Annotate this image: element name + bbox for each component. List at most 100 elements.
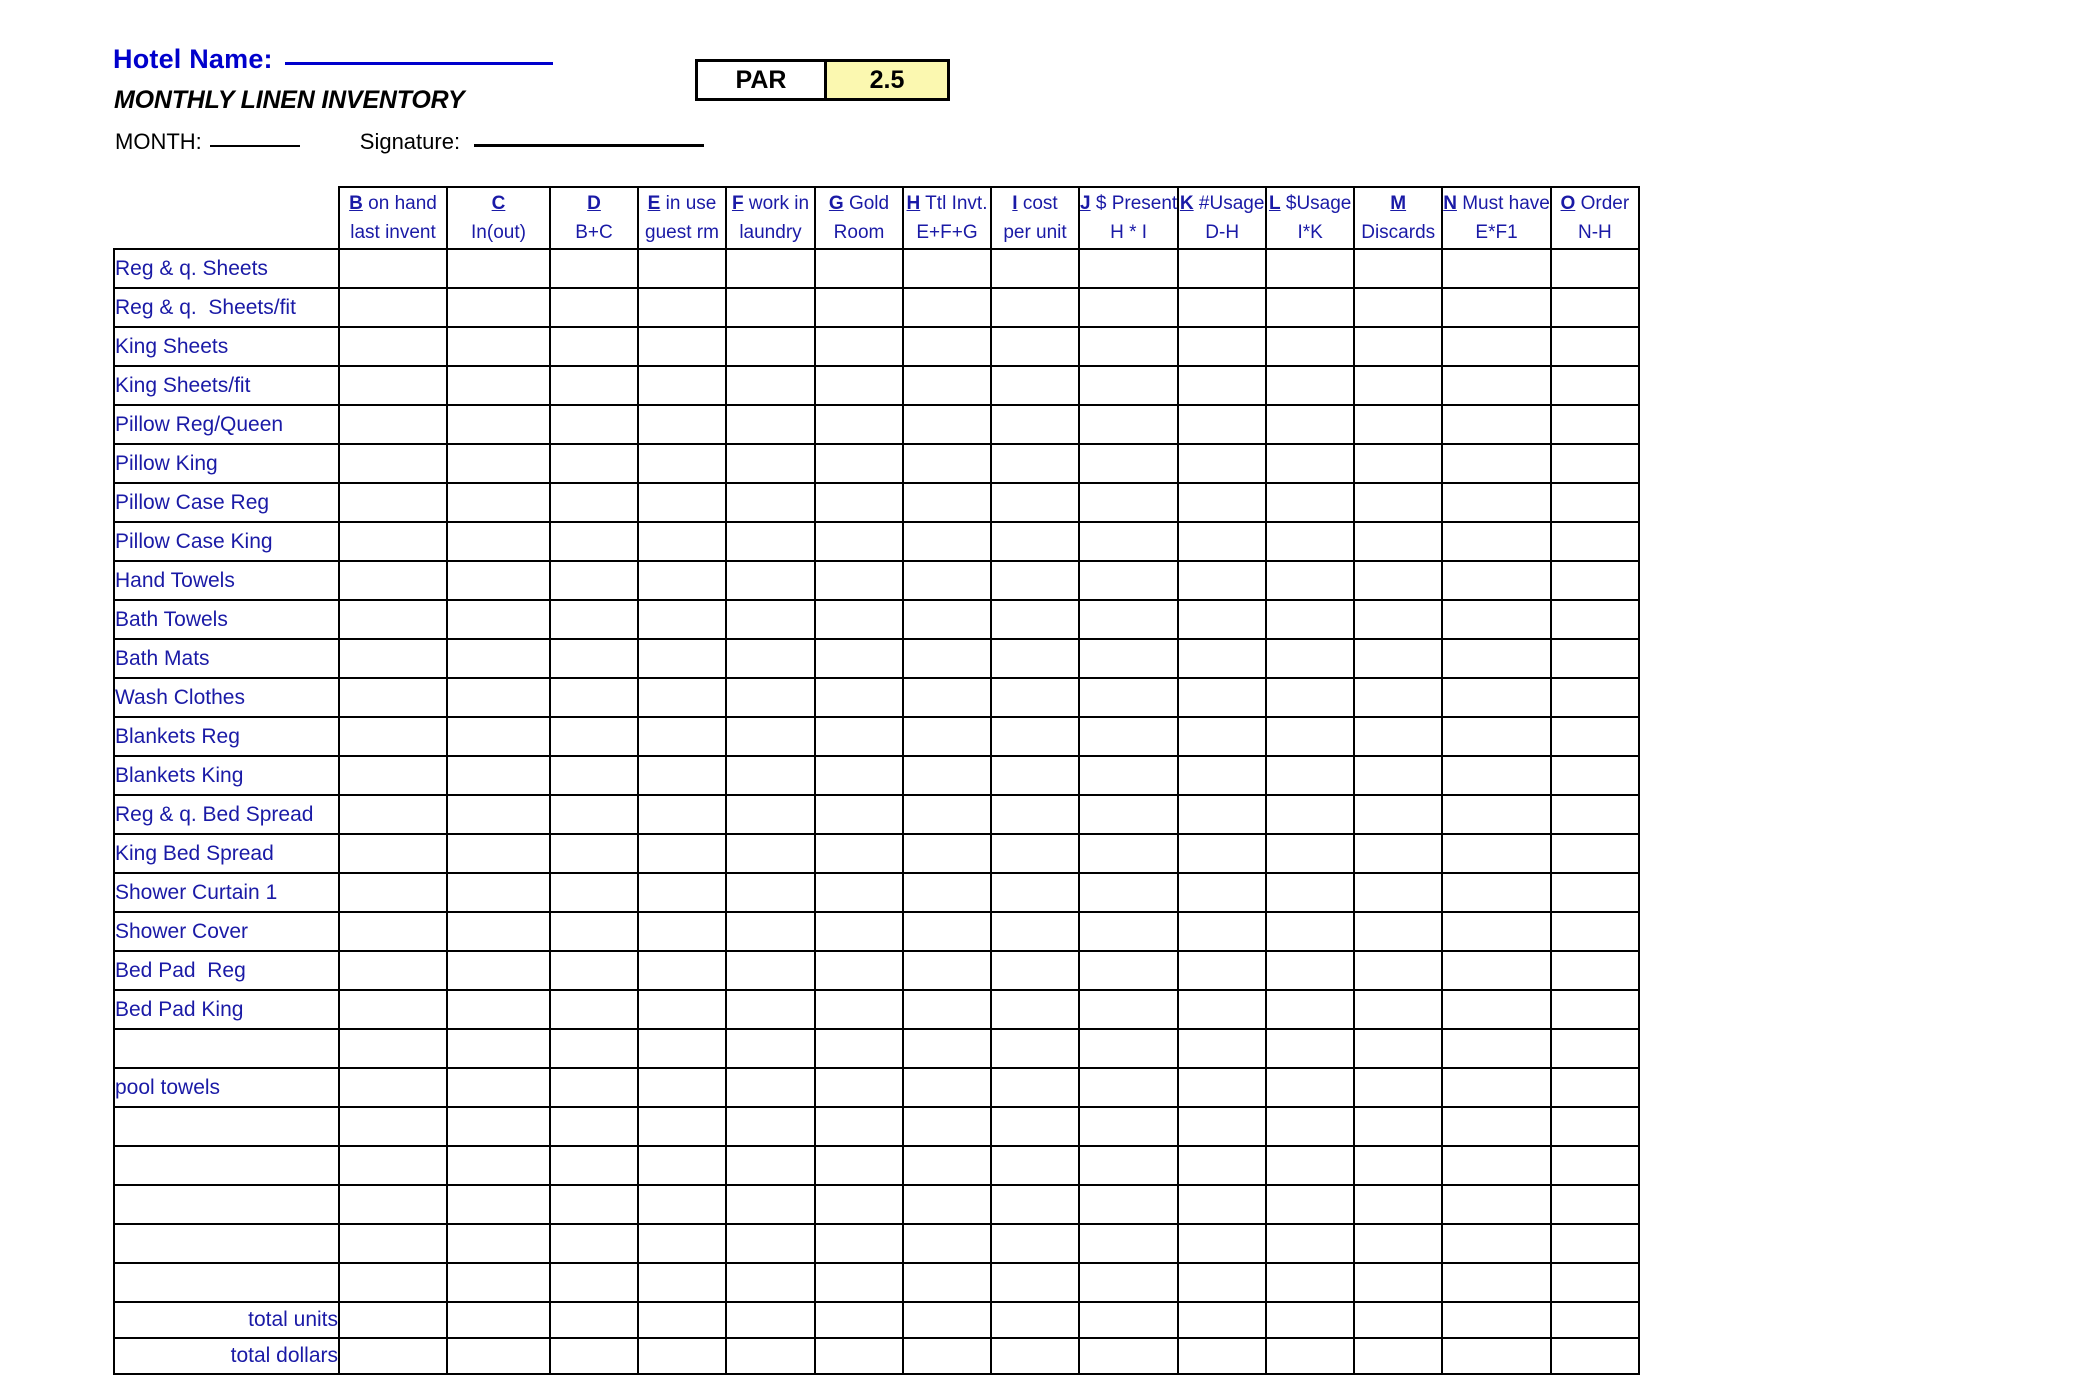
data-cell-n[interactable] (1441, 1262, 1552, 1303)
data-cell-l[interactable] (1265, 1184, 1356, 1225)
data-cell-i[interactable] (990, 1184, 1080, 1225)
totals-cell-m[interactable] (1353, 1301, 1444, 1339)
data-cell-l[interactable] (1265, 1067, 1356, 1108)
data-cell-b[interactable] (338, 1145, 448, 1186)
data-cell-h[interactable] (902, 1184, 992, 1225)
column-header-f[interactable]: F work in laundry (725, 186, 816, 250)
data-cell-d[interactable] (549, 443, 639, 484)
data-cell-j[interactable] (1077, 560, 1180, 601)
data-cell-h[interactable] (902, 521, 992, 562)
data-cell-m[interactable] (1353, 833, 1444, 874)
data-cell-k[interactable] (1177, 365, 1268, 406)
data-cell-g[interactable] (814, 1223, 904, 1264)
data-cell-e[interactable] (637, 638, 727, 679)
data-cell-c[interactable] (446, 1184, 551, 1225)
data-cell-e[interactable] (637, 911, 727, 952)
data-cell-c[interactable] (446, 872, 551, 913)
data-cell-h[interactable] (902, 872, 992, 913)
data-cell-n[interactable] (1441, 326, 1552, 367)
data-cell-i[interactable] (990, 833, 1080, 874)
data-cell-h[interactable] (902, 326, 992, 367)
data-cell-c[interactable] (446, 1067, 551, 1108)
data-cell-o[interactable] (1549, 1028, 1640, 1069)
data-cell-n[interactable] (1441, 950, 1552, 991)
data-cell-n[interactable] (1441, 1106, 1552, 1147)
data-cell-o[interactable] (1549, 521, 1640, 562)
data-cell-n[interactable] (1441, 248, 1552, 289)
column-header-c[interactable]: C In(out) (446, 186, 551, 250)
data-cell-n[interactable] (1441, 521, 1552, 562)
data-cell-m[interactable] (1353, 1184, 1444, 1225)
data-cell-j[interactable] (1077, 365, 1180, 406)
data-cell-d[interactable] (549, 287, 639, 328)
data-cell-d[interactable] (549, 1262, 639, 1303)
data-cell-b[interactable] (338, 404, 448, 445)
data-cell-o[interactable] (1549, 365, 1640, 406)
data-cell-l[interactable] (1265, 911, 1356, 952)
data-cell-j[interactable] (1077, 1145, 1180, 1186)
data-cell-c[interactable] (446, 599, 551, 640)
data-cell-b[interactable] (338, 1067, 448, 1108)
data-cell-m[interactable] (1353, 950, 1444, 991)
data-cell-m[interactable] (1353, 287, 1444, 328)
data-cell-m[interactable] (1353, 1028, 1444, 1069)
data-cell-c[interactable] (446, 716, 551, 757)
data-cell-j[interactable] (1077, 248, 1180, 289)
data-cell-i[interactable] (990, 716, 1080, 757)
row-label[interactable] (113, 1145, 340, 1186)
data-cell-b[interactable] (338, 599, 448, 640)
data-cell-h[interactable] (902, 482, 992, 523)
data-cell-d[interactable] (549, 911, 639, 952)
hotel-name-blank-line[interactable] (284, 62, 553, 65)
data-cell-n[interactable] (1441, 599, 1552, 640)
data-cell-b[interactable] (338, 911, 448, 952)
data-cell-i[interactable] (990, 287, 1080, 328)
data-cell-n[interactable] (1441, 677, 1552, 718)
data-cell-o[interactable] (1549, 755, 1640, 796)
column-header-k[interactable]: K #Usage D-H (1177, 186, 1268, 250)
data-cell-n[interactable] (1441, 560, 1552, 601)
data-cell-k[interactable] (1177, 872, 1268, 913)
data-cell-o[interactable] (1549, 677, 1640, 718)
data-cell-d[interactable] (549, 755, 639, 796)
data-cell-o[interactable] (1549, 1106, 1640, 1147)
data-cell-o[interactable] (1549, 911, 1640, 952)
data-cell-g[interactable] (814, 365, 904, 406)
data-cell-m[interactable] (1353, 794, 1444, 835)
data-cell-l[interactable] (1265, 482, 1356, 523)
data-cell-b[interactable] (338, 482, 448, 523)
data-cell-h[interactable] (902, 248, 992, 289)
data-cell-h[interactable] (902, 1145, 992, 1186)
data-cell-o[interactable] (1549, 443, 1640, 484)
data-cell-j[interactable] (1077, 326, 1180, 367)
data-cell-f[interactable] (725, 1184, 816, 1225)
data-cell-o[interactable] (1549, 560, 1640, 601)
data-cell-e[interactable] (637, 755, 727, 796)
data-cell-e[interactable] (637, 1145, 727, 1186)
data-cell-l[interactable] (1265, 1262, 1356, 1303)
data-cell-o[interactable] (1549, 1262, 1640, 1303)
data-cell-i[interactable] (990, 1067, 1080, 1108)
data-cell-g[interactable] (814, 1028, 904, 1069)
data-cell-b[interactable] (338, 755, 448, 796)
column-header-g[interactable]: G Gold Room (814, 186, 904, 250)
data-cell-m[interactable] (1353, 326, 1444, 367)
data-cell-h[interactable] (902, 1106, 992, 1147)
data-cell-d[interactable] (549, 521, 639, 562)
data-cell-k[interactable] (1177, 755, 1268, 796)
data-cell-g[interactable] (814, 482, 904, 523)
data-cell-b[interactable] (338, 248, 448, 289)
data-cell-c[interactable] (446, 794, 551, 835)
data-cell-l[interactable] (1265, 833, 1356, 874)
data-cell-i[interactable] (990, 326, 1080, 367)
totals-cell-h[interactable] (902, 1301, 992, 1339)
data-cell-h[interactable] (902, 1262, 992, 1303)
data-cell-h[interactable] (902, 950, 992, 991)
data-cell-i[interactable] (990, 365, 1080, 406)
data-cell-f[interactable] (725, 1145, 816, 1186)
data-cell-f[interactable] (725, 521, 816, 562)
data-cell-j[interactable] (1077, 599, 1180, 640)
data-cell-k[interactable] (1177, 1028, 1268, 1069)
data-cell-f[interactable] (725, 1106, 816, 1147)
data-cell-d[interactable] (549, 482, 639, 523)
